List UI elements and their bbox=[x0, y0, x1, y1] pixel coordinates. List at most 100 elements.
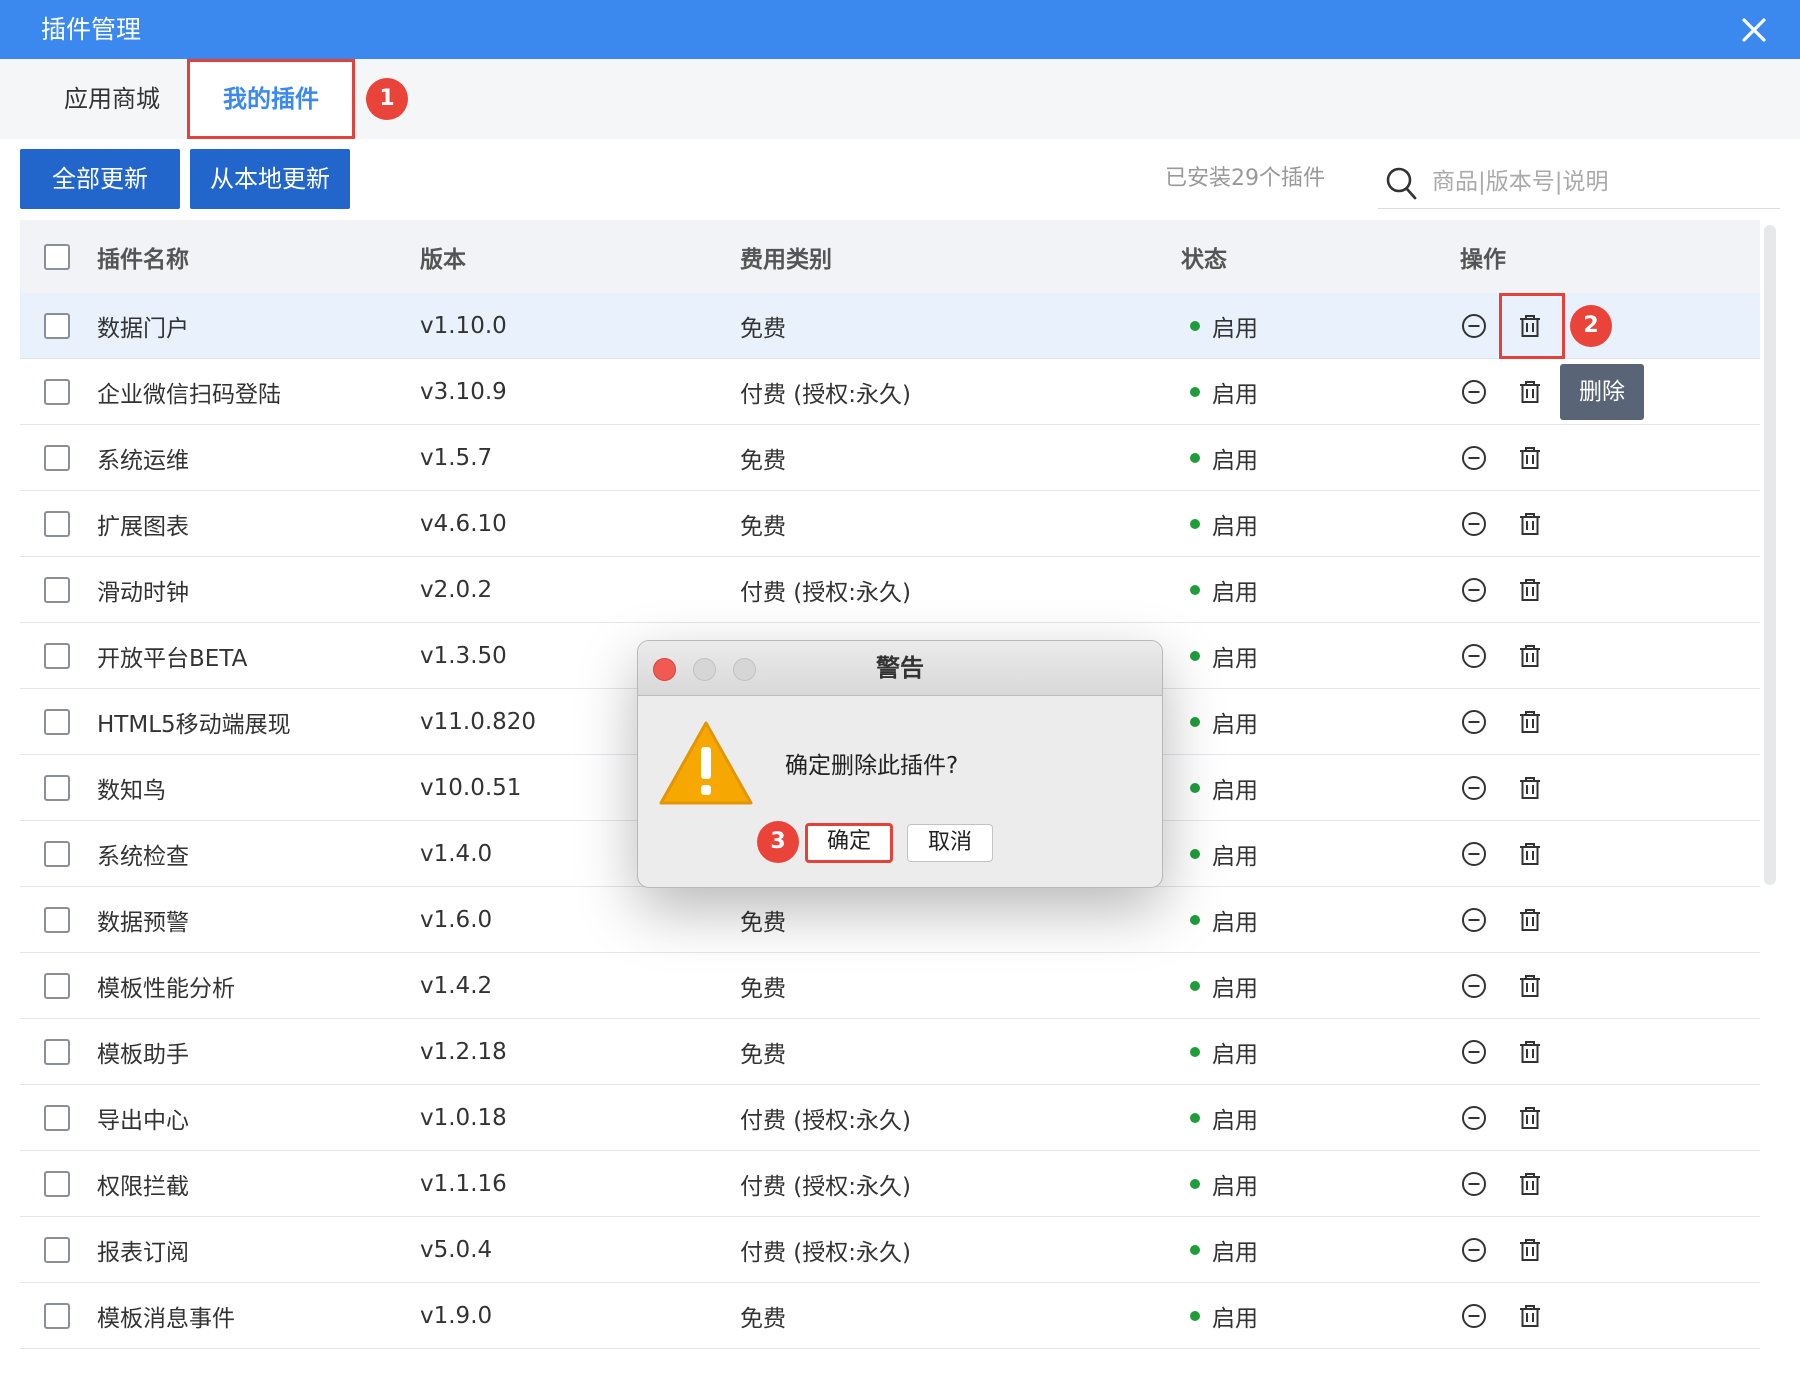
trash-icon[interactable] bbox=[1512, 440, 1548, 476]
plugin-version: v1.5.7 bbox=[420, 444, 493, 471]
table-row[interactable]: 数据门户 v1.10.0 免费 启用 2 bbox=[20, 293, 1760, 359]
status-dot bbox=[1190, 518, 1200, 529]
disable-icon[interactable] bbox=[1456, 638, 1492, 674]
row-checkbox[interactable] bbox=[44, 1236, 70, 1263]
disable-icon[interactable] bbox=[1456, 968, 1492, 1004]
plugin-status: 启用 bbox=[1212, 975, 1258, 1002]
trash-icon[interactable] bbox=[1512, 1298, 1548, 1334]
annotation-badge-2: 2 bbox=[1570, 305, 1612, 347]
row-checkbox[interactable] bbox=[44, 1104, 70, 1131]
plugin-fee: 付费 (授权:永久) bbox=[740, 381, 912, 408]
row-checkbox[interactable] bbox=[44, 1038, 70, 1065]
table-row[interactable]: 数据预警 v1.6.0 免费 启用 bbox=[20, 887, 1760, 953]
row-checkbox[interactable] bbox=[44, 774, 70, 801]
disable-icon[interactable] bbox=[1456, 440, 1492, 476]
plugin-status: 启用 bbox=[1212, 381, 1258, 408]
trash-icon[interactable] bbox=[1512, 968, 1548, 1004]
disable-icon[interactable] bbox=[1456, 1232, 1492, 1268]
trash-icon[interactable] bbox=[1512, 506, 1548, 542]
table-row[interactable]: 扩展图表 v4.6.10 免费 启用 bbox=[20, 491, 1760, 557]
status-dot bbox=[1190, 716, 1200, 727]
table-row[interactable]: 导出中心 v1.0.18 付费 (授权:永久) 启用 bbox=[20, 1085, 1760, 1151]
plugin-name: 扩展图表 bbox=[97, 513, 189, 540]
table-row[interactable]: 模板助手 v1.2.18 免费 启用 bbox=[20, 1019, 1760, 1085]
disable-icon[interactable] bbox=[1456, 770, 1492, 806]
table-row[interactable]: 企业微信扫码登陆 v3.10.9 付费 (授权:永久) 启用 删除 bbox=[20, 359, 1760, 425]
plugin-status: 启用 bbox=[1212, 1107, 1258, 1134]
installed-count: 已安装29个插件 bbox=[1165, 166, 1325, 191]
disable-icon[interactable] bbox=[1456, 1100, 1492, 1136]
select-all-checkbox[interactable] bbox=[44, 243, 70, 270]
table-row[interactable]: 权限拦截 v1.1.16 付费 (授权:永久) 启用 bbox=[20, 1151, 1760, 1217]
trash-icon[interactable] bbox=[1512, 572, 1548, 608]
plugin-version: v10.0.51 bbox=[420, 774, 522, 801]
row-checkbox[interactable] bbox=[44, 972, 70, 999]
disable-icon[interactable] bbox=[1456, 1298, 1492, 1334]
table-row[interactable]: 报表订阅 v5.0.4 付费 (授权:永久) 启用 bbox=[20, 1217, 1760, 1283]
plugin-status: 启用 bbox=[1212, 711, 1258, 738]
status-dot bbox=[1190, 1178, 1200, 1189]
close-icon[interactable] bbox=[1734, 0, 1774, 59]
plugin-name: 导出中心 bbox=[97, 1107, 189, 1134]
plugin-fee: 免费 bbox=[740, 909, 786, 936]
tab-app-store[interactable]: 应用商城 bbox=[42, 59, 182, 139]
trash-icon[interactable] bbox=[1512, 1034, 1548, 1070]
trash-icon[interactable] bbox=[1512, 374, 1548, 410]
trash-icon[interactable] bbox=[1512, 836, 1548, 872]
confirm-button[interactable]: 确定 bbox=[805, 823, 893, 863]
scrollbar[interactable] bbox=[1764, 225, 1776, 885]
update-all-button[interactable]: 全部更新 bbox=[20, 149, 180, 209]
row-checkbox[interactable] bbox=[44, 642, 70, 669]
tab-bar: 应用商城 我的插件 1 bbox=[0, 59, 1800, 139]
row-checkbox[interactable] bbox=[44, 1302, 70, 1329]
plugin-version: v1.6.0 bbox=[420, 906, 493, 933]
row-checkbox[interactable] bbox=[44, 444, 70, 471]
disable-icon[interactable] bbox=[1456, 1034, 1492, 1070]
update-local-button[interactable]: 从本地更新 bbox=[190, 149, 350, 209]
trash-icon[interactable] bbox=[1512, 1166, 1548, 1202]
table-row[interactable]: 模板消息事件 v1.9.0 免费 启用 bbox=[20, 1283, 1760, 1349]
row-checkbox[interactable] bbox=[44, 906, 70, 933]
row-checkbox[interactable] bbox=[44, 576, 70, 603]
dialog-title: 警告 bbox=[876, 654, 924, 682]
disable-icon[interactable] bbox=[1456, 1166, 1492, 1202]
cancel-button[interactable]: 取消 bbox=[907, 824, 993, 862]
plugin-version: v11.0.820 bbox=[420, 708, 537, 735]
disable-icon[interactable] bbox=[1456, 704, 1492, 740]
plugin-name: 模板助手 bbox=[97, 1041, 189, 1068]
table-row[interactable]: 模板性能分析 v1.4.2 免费 启用 bbox=[20, 953, 1760, 1019]
trash-icon[interactable] bbox=[1512, 1232, 1548, 1268]
disable-icon[interactable] bbox=[1456, 902, 1492, 938]
disable-icon[interactable] bbox=[1456, 308, 1492, 344]
row-checkbox[interactable] bbox=[44, 510, 70, 537]
plugin-status: 启用 bbox=[1212, 1239, 1258, 1266]
disable-icon[interactable] bbox=[1456, 506, 1492, 542]
table-row[interactable]: 系统运维 v1.5.7 免费 启用 bbox=[20, 425, 1760, 491]
row-checkbox[interactable] bbox=[44, 378, 70, 405]
plugin-status: 启用 bbox=[1212, 777, 1258, 804]
status-dot bbox=[1190, 1112, 1200, 1123]
trash-icon[interactable] bbox=[1512, 704, 1548, 740]
plugin-version: v1.9.0 bbox=[420, 1302, 493, 1329]
dialog-close-button[interactable] bbox=[653, 658, 676, 681]
row-checkbox[interactable] bbox=[44, 840, 70, 867]
row-checkbox[interactable] bbox=[44, 708, 70, 735]
row-checkbox[interactable] bbox=[44, 312, 70, 339]
disable-icon[interactable] bbox=[1456, 374, 1492, 410]
trash-icon[interactable] bbox=[1512, 770, 1548, 806]
row-checkbox[interactable] bbox=[44, 1170, 70, 1197]
search-input[interactable] bbox=[1432, 157, 1772, 207]
trash-icon[interactable] bbox=[1512, 638, 1548, 674]
dialog-minimize-button[interactable] bbox=[693, 658, 716, 681]
disable-icon[interactable] bbox=[1456, 572, 1492, 608]
dialog-zoom-button[interactable] bbox=[733, 658, 756, 681]
plugin-status: 启用 bbox=[1212, 1173, 1258, 1200]
table-row[interactable]: 滑动时钟 v2.0.2 付费 (授权:永久) 启用 bbox=[20, 557, 1760, 623]
trash-icon[interactable] bbox=[1512, 1100, 1548, 1136]
trash-icon[interactable] bbox=[1512, 902, 1548, 938]
tab-my-plugins[interactable]: 我的插件 bbox=[187, 59, 355, 139]
plugin-name: 企业微信扫码登陆 bbox=[97, 381, 281, 408]
status-dot bbox=[1190, 452, 1200, 463]
plugin-fee: 免费 bbox=[740, 975, 786, 1002]
disable-icon[interactable] bbox=[1456, 836, 1492, 872]
